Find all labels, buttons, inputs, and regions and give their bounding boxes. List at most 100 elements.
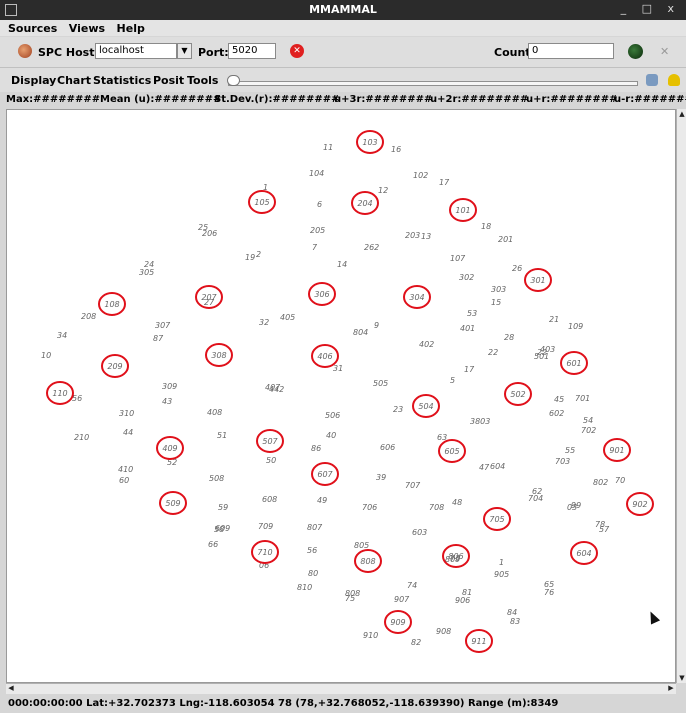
sensor-label: 408	[207, 408, 222, 417]
disconnect-button[interactable]: ✕	[290, 44, 304, 58]
sensor-label: 70	[615, 476, 625, 485]
scroll-down-icon[interactable]: ▼	[678, 674, 686, 682]
horizontal-scrollbar[interactable]: ◀ ▶	[6, 683, 676, 694]
circled-sensor[interactable]: 209	[101, 354, 129, 378]
circled-sensor[interactable]: 604	[570, 541, 598, 565]
sensor-label: 84	[507, 608, 517, 617]
circled-sensor[interactable]: 909	[384, 610, 412, 634]
circled-sensor[interactable]: 808	[354, 549, 382, 573]
sensor-label: 508	[209, 474, 224, 483]
sensor-label: 59	[218, 503, 228, 512]
sensor-label: 82	[411, 638, 421, 647]
circled-sensor-label: 605	[444, 447, 459, 456]
circled-sensor[interactable]: 601	[560, 351, 588, 375]
scroll-right-icon[interactable]: ▶	[667, 684, 675, 693]
sensor-label: 99	[571, 501, 581, 510]
circled-sensor[interactable]: 507	[256, 429, 284, 453]
time-slider-thumb[interactable]	[227, 75, 240, 86]
scroll-up-icon[interactable]: ▲	[678, 110, 686, 118]
sensor-label: 905	[494, 570, 509, 579]
circled-sensor-label: 108	[104, 300, 119, 309]
sensor-label: 703	[555, 457, 570, 466]
sensor-label: 310	[119, 409, 134, 418]
time-slider[interactable]	[228, 81, 638, 86]
circled-sensor[interactable]: 911	[465, 629, 493, 653]
sensor-label: 81	[462, 588, 472, 597]
sensor-label: 603	[412, 528, 427, 537]
circled-sensor[interactable]: 108	[98, 292, 126, 316]
sensor-label: 208	[81, 312, 96, 321]
sensor-label: 11	[323, 143, 333, 152]
circled-sensor-label: 306	[314, 290, 329, 299]
menu-help[interactable]: Help	[117, 22, 145, 35]
circled-sensor[interactable]: 101	[449, 198, 477, 222]
circled-sensor[interactable]: 105	[248, 190, 276, 214]
circled-sensor[interactable]: 204	[351, 191, 379, 215]
sensor-label: 57	[599, 525, 610, 534]
sensor-label: 302	[459, 273, 474, 282]
circled-sensor[interactable]: 502	[504, 382, 532, 406]
circled-sensor[interactable]: 705	[483, 507, 511, 531]
circled-sensor-label: 409	[162, 444, 177, 453]
sensor-label: 5	[450, 376, 455, 385]
sensor-label: 39	[376, 473, 386, 482]
circled-sensor[interactable]: 110	[46, 381, 74, 405]
sensor-label: 9	[374, 321, 379, 330]
toolbar-tools[interactable]: Tools	[187, 74, 218, 87]
circled-sensor-label: 406	[317, 352, 332, 361]
map-canvas[interactable]: 11 16 104 102 17 1 12 6 18 205 203 13 201 25 206 2 7 262 1…	[6, 109, 676, 683]
circled-sensor[interactable]: 902	[626, 492, 654, 516]
sensor-label: 506	[325, 411, 340, 420]
sensor-label: 6	[317, 200, 322, 209]
circled-sensor-label: 601	[566, 359, 581, 368]
circled-sensor[interactable]: 504	[412, 394, 440, 418]
circled-sensor[interactable]: 406	[311, 344, 339, 368]
circled-sensor[interactable]: 308	[205, 343, 233, 367]
circled-sensor-label: 204	[357, 199, 372, 208]
sensor-label: 604	[490, 462, 505, 471]
menu-sources[interactable]: Sources	[8, 22, 57, 35]
host-input[interactable]: localhost	[95, 43, 177, 59]
circled-sensor[interactable]: 301	[524, 268, 552, 292]
circled-sensor[interactable]: 304	[403, 285, 431, 309]
toolbar-display[interactable]: Display	[11, 74, 56, 87]
settings-icon[interactable]	[646, 74, 658, 86]
circled-sensor[interactable]: 306	[308, 282, 336, 306]
circled-sensor-label: 909	[390, 618, 405, 627]
circled-sensor[interactable]: 901	[603, 438, 631, 462]
toolbar-posit[interactable]: Posit	[153, 74, 184, 87]
sensor-label: 47	[479, 463, 490, 472]
sensor-label: 109	[568, 322, 583, 331]
sensor-label: 31	[333, 364, 343, 373]
sensor-label: 402	[419, 340, 434, 349]
scroll-left-icon[interactable]: ◀	[7, 684, 15, 693]
circled-sensor[interactable]: 103	[356, 130, 384, 154]
sensor-label: 45	[554, 395, 564, 404]
circled-sensor-label: 902	[632, 500, 647, 509]
menu-views[interactable]: Views	[69, 22, 105, 35]
circled-sensor[interactable]: 509	[159, 491, 187, 515]
circled-sensor-label: 509	[165, 499, 180, 508]
connection-status-icon	[628, 44, 643, 59]
sensor-label: 76	[544, 588, 554, 597]
vertical-scrollbar[interactable]: ▲ ▼	[676, 109, 686, 683]
circled-sensor-label: 304	[409, 293, 424, 302]
clear-icon[interactable]: ✕	[660, 45, 669, 58]
circled-sensor[interactable]: 409	[156, 436, 184, 460]
sensor-label: 58	[214, 525, 224, 534]
host-dropdown-button[interactable]: ▼	[177, 43, 192, 59]
sensor-label: 810	[297, 583, 312, 592]
window-controls[interactable]: _ □ x	[621, 2, 680, 15]
sensor-label: 907	[394, 595, 410, 604]
circled-sensor[interactable]: 710	[251, 540, 279, 564]
circled-sensor[interactable]: 607	[311, 462, 339, 486]
sensor-label: 60	[119, 476, 129, 485]
sensor-label: 210	[74, 433, 89, 442]
toolbar-chart[interactable]: Chart	[57, 74, 91, 87]
circled-sensor[interactable]: 605	[438, 439, 466, 463]
sensor-label: 807	[307, 523, 323, 532]
port-input[interactable]: 5020	[228, 43, 276, 59]
sensor-label: 44	[123, 428, 133, 437]
toolbar-statistics[interactable]: Statistics	[93, 74, 151, 87]
bulb-icon[interactable]	[668, 74, 680, 86]
